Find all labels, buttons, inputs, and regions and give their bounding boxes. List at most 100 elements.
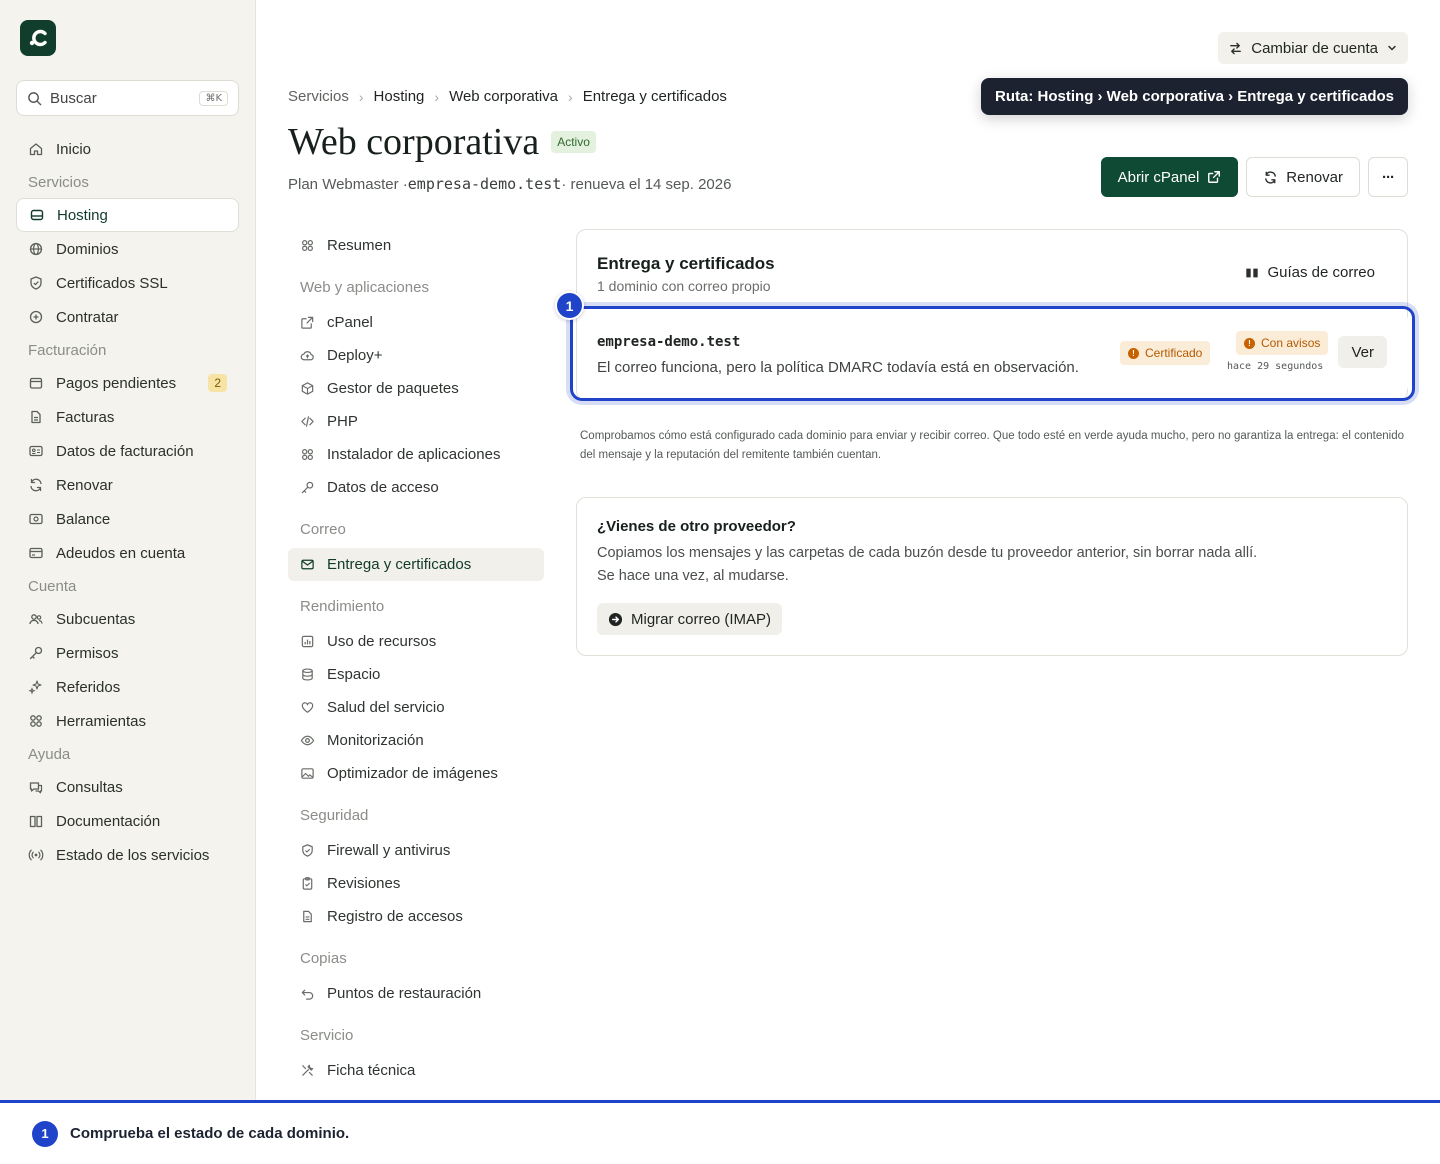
open-cpanel-label: Abrir cPanel <box>1117 168 1200 186</box>
sidebar-item-documentacion[interactable]: Documentación <box>16 804 239 838</box>
subnav-item-puntos-de-restauracion[interactable]: Puntos de restauración <box>288 977 544 1010</box>
subnav-item-label: Revisiones <box>327 875 401 892</box>
subnav-item-registro-de-accesos[interactable]: Registro de accesos <box>288 900 544 933</box>
subnav-section-label: Servicio <box>300 1027 354 1044</box>
subtitle-separator: · <box>561 176 567 193</box>
renew-button[interactable]: Renovar <box>1246 157 1360 197</box>
subnav-item-label: Registro de accesos <box>327 908 463 925</box>
sidebar-item-label: Inicio <box>56 140 92 158</box>
breadcrumb-item-servicios[interactable]: Servicios <box>288 88 349 105</box>
sidebar-item-label: Estado de los servicios <box>56 846 210 864</box>
sidebar-item-facturas[interactable]: Facturas <box>16 400 239 434</box>
server-icon <box>30 209 44 221</box>
subnav-item-php[interactable]: PHP <box>288 405 544 438</box>
subnav-item-deploy[interactable]: Deploy+ <box>288 339 544 372</box>
subnav-item-optimizador-de-imagenes[interactable]: Optimizador de imágenes <box>288 757 544 790</box>
subnav-section-label: Copias <box>300 950 347 967</box>
sidebar-item-label: Certificados SSL <box>56 274 168 292</box>
sidebar-item-label: Datos de facturación <box>56 442 194 460</box>
subnav-item-salud-del-servicio[interactable]: Salud del servicio <box>288 691 544 724</box>
subnav-item-uso-de-recursos[interactable]: Uso de recursos <box>288 625 544 658</box>
migrate-imap-label: Migrar correo (IMAP) <box>631 610 772 628</box>
subnav-section-seguridad: Seguridad <box>288 790 544 834</box>
sidebar-item-referidos[interactable]: Referidos <box>16 670 239 704</box>
credit-card-icon <box>29 547 43 559</box>
subnav-section-correo: Correo <box>288 504 544 548</box>
open-cpanel-button[interactable]: Abrir cPanel <box>1100 157 1239 197</box>
sidebar-section-label: Ayuda <box>28 745 71 763</box>
mail-guides-link[interactable]: Guías de correo <box>1245 264 1375 281</box>
sidebar-item-inicio[interactable]: Inicio <box>16 132 239 166</box>
mail-icon <box>301 559 314 570</box>
sidebar-item-consultas[interactable]: Consultas <box>16 770 239 804</box>
subnav-item-entrega-y-certificados[interactable]: Entrega y certificados <box>288 548 544 581</box>
subnav-section-servicio: Servicio <box>288 1010 544 1054</box>
sidebar-item-label: Dominios <box>56 240 119 258</box>
logo-mark-icon <box>29 29 47 47</box>
warning-icon: ! <box>1128 347 1139 359</box>
service-subnav: Resumen Web y aplicaciones cPanel Deploy+ Ge… <box>288 229 544 1087</box>
subnav-item-gestor-de-paquetes[interactable]: Gestor de paquetes <box>288 372 544 405</box>
external-link-icon <box>1208 171 1221 183</box>
subnav-section-label: Seguridad <box>300 807 369 824</box>
book-open-icon <box>1246 268 1259 277</box>
subnav-item-label: Puntos de restauración <box>327 985 482 1002</box>
more-actions-button[interactable]: ··· <box>1368 157 1408 197</box>
sidebar-item-pagos-pendientes[interactable]: Pagos pendientes 2 <box>16 366 239 400</box>
subnav-item-label: Optimizador de imágenes <box>327 765 498 782</box>
sidebar-item-label: Consultas <box>56 778 123 796</box>
sidebar-item-datos-de-facturacion[interactable]: Datos de facturación <box>16 434 239 468</box>
tools-icon <box>302 1064 314 1076</box>
subnav-item-datos-de-acceso[interactable]: Datos de acceso <box>288 471 544 504</box>
shield-icon <box>30 276 42 290</box>
subnav-item-label: Deploy+ <box>327 347 383 364</box>
subnav-item-monitorizacion[interactable]: Monitorización <box>288 724 544 757</box>
id-card-icon <box>29 445 43 457</box>
subnav-item-instalador-de-aplicaciones[interactable]: Instalador de aplicaciones <box>288 438 544 471</box>
external-link-icon <box>301 316 314 329</box>
migrate-imap-button[interactable]: Migrar correo (IMAP) <box>597 603 783 635</box>
chevron-down-icon <box>1388 45 1396 51</box>
view-domain-button[interactable]: Ver <box>1338 336 1387 368</box>
sidebar-item-subcuentas[interactable]: Subcuentas <box>16 602 239 636</box>
sidebar-item-adeudos-en-cuenta[interactable]: Adeudos en cuenta <box>16 536 239 570</box>
subnav-item-espacio[interactable]: Espacio <box>288 658 544 691</box>
brand-logo[interactable] <box>20 20 56 56</box>
package-icon <box>301 382 314 395</box>
sidebar-item-renovar[interactable]: Renovar <box>16 468 239 502</box>
sidebar-item-certificados-ssl[interactable]: Certificados SSL <box>16 266 239 300</box>
breadcrumb-separator-icon: › <box>568 88 573 105</box>
subnav-item-label: Instalador de aplicaciones <box>327 446 501 463</box>
migrate-description: Copiamos los mensajes y las carpetas de … <box>597 545 1258 584</box>
sidebar-item-herramientas[interactable]: Herramientas <box>16 704 239 738</box>
breadcrumb-item-web-corporativa[interactable]: Web corporativa <box>449 88 558 105</box>
search-box[interactable]: ⌘K <box>16 80 239 116</box>
sidebar-item-hosting[interactable]: Hosting <box>16 198 239 232</box>
route-tooltip-text: Ruta: Hosting › Web corporativa › Entreg… <box>995 88 1394 105</box>
sidebar-section-label: Servicios <box>28 173 89 191</box>
sidebar-item-permisos[interactable]: Permisos <box>16 636 239 670</box>
subnav-item-revisiones[interactable]: Revisiones <box>288 867 544 900</box>
document-icon <box>303 910 312 923</box>
subnav-item-firewall-y-antivirus[interactable]: Firewall y antivirus <box>288 834 544 867</box>
sidebar-item-dominios[interactable]: Dominios <box>16 232 239 266</box>
sidebar-item-estado-de-los-servicios[interactable]: Estado de los servicios <box>16 838 239 872</box>
sidebar-section-ayuda: Ayuda <box>16 738 239 770</box>
subnav-item-label: Espacio <box>327 666 381 683</box>
sidebar-item-contratar[interactable]: Contratar <box>16 300 239 334</box>
domain-row[interactable]: empresa-demo.test El correo funciona, pe… <box>578 312 1408 394</box>
subnav-item-ficha-tecnica[interactable]: Ficha técnica <box>288 1054 544 1087</box>
domain-description: El correo funciona, pero la política DMA… <box>597 359 1079 376</box>
breadcrumb-item-current: Entrega y certificados <box>582 88 727 105</box>
grid-icon <box>302 449 313 460</box>
refresh-icon <box>1265 170 1277 184</box>
home-icon <box>29 143 43 156</box>
tour-step-marker[interactable]: 1 <box>555 291 584 320</box>
subnav-item-resumen[interactable]: Resumen <box>288 229 544 262</box>
switch-account-button[interactable]: Cambiar de cuenta <box>1218 32 1408 64</box>
search-input[interactable] <box>50 89 192 107</box>
subnav-section-label: Web y aplicaciones <box>300 279 429 296</box>
breadcrumb-item-hosting[interactable]: Hosting <box>374 88 425 105</box>
sidebar-item-balance[interactable]: Balance <box>16 502 239 536</box>
subnav-item-cpanel[interactable]: cPanel <box>288 306 544 339</box>
